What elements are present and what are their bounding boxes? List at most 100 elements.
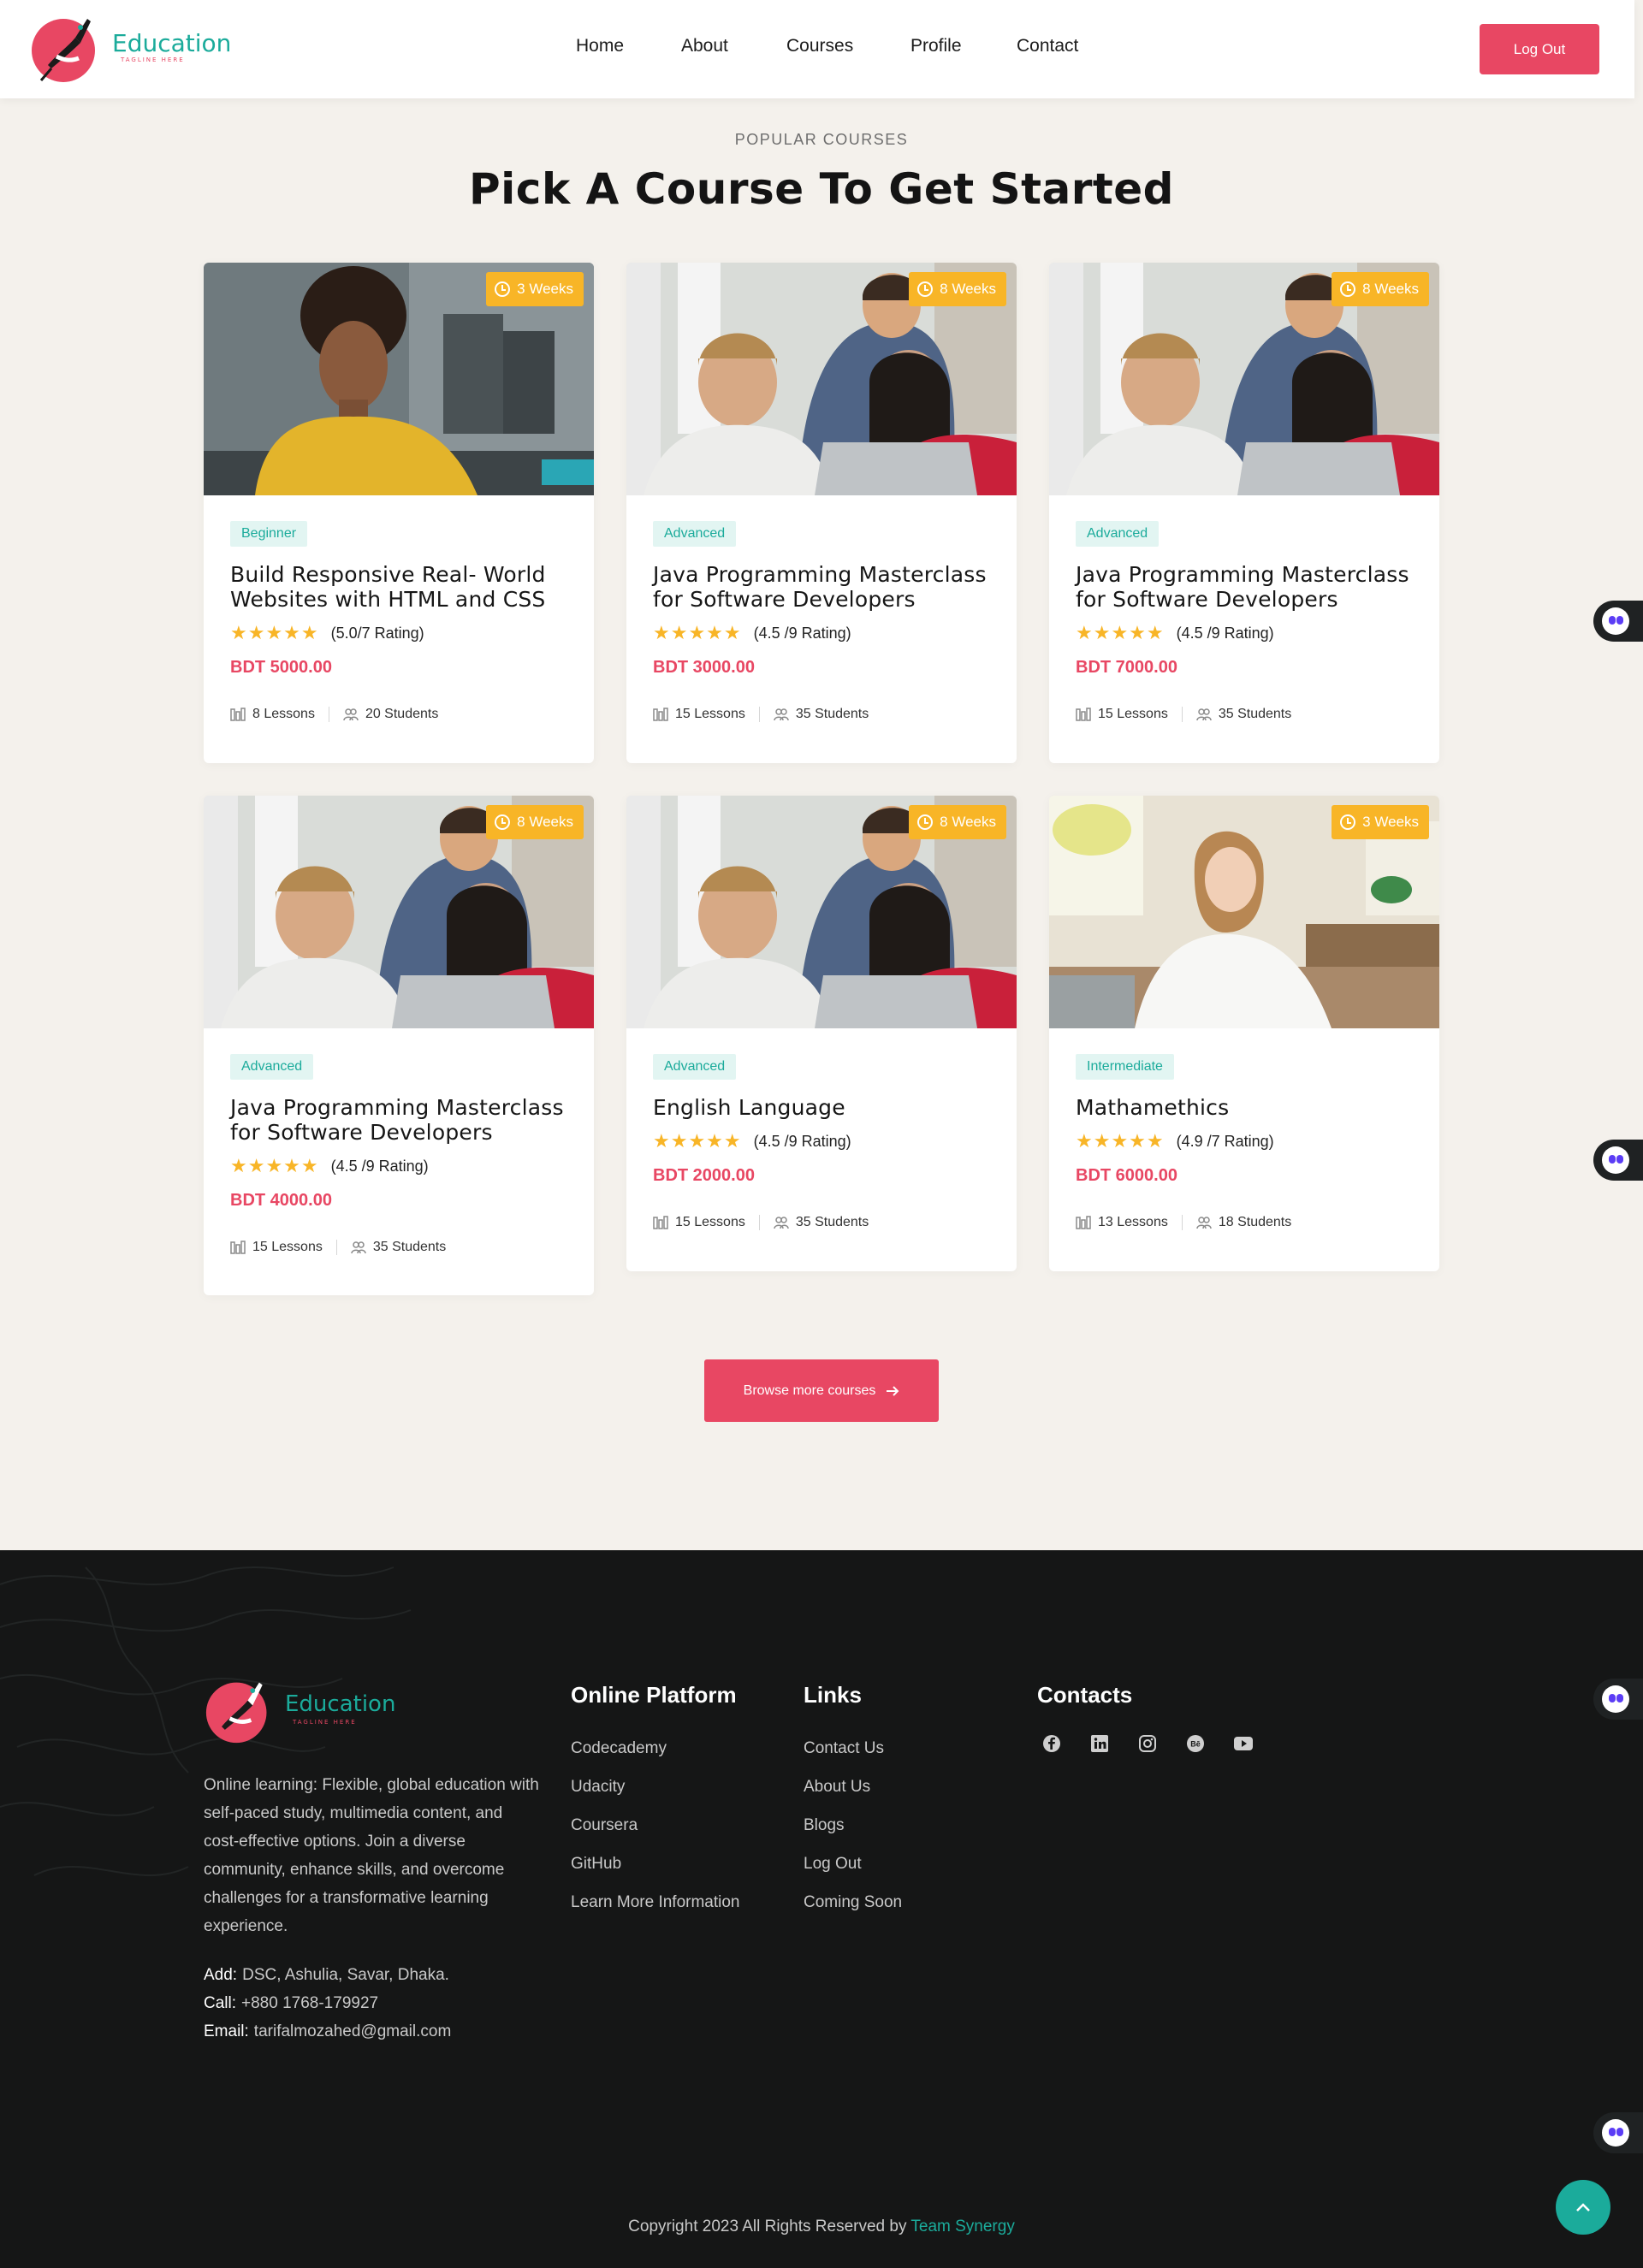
- course-card[interactable]: 8 Weeks Advanced Java Programming Master…: [1049, 263, 1439, 763]
- clock-icon: [1340, 814, 1356, 830]
- course-card[interactable]: 8 Weeks Advanced Java Programming Master…: [204, 796, 594, 1295]
- course-card[interactable]: 8 Weeks Advanced Java Programming Master…: [626, 263, 1017, 763]
- level-badge: Advanced: [1076, 521, 1160, 547]
- brand-logo[interactable]: Education TAGLINE HERE: [31, 12, 232, 86]
- chatbot-widget[interactable]: [1593, 1140, 1643, 1181]
- course-card[interactable]: 8 Weeks Advanced English Language ★★★★★ …: [626, 796, 1017, 1271]
- clock-icon: [917, 814, 934, 830]
- phone-label: Call:: [204, 1994, 237, 2012]
- course-title[interactable]: Java Programming Masterclass for Softwar…: [1076, 562, 1413, 612]
- books-icon: [230, 1241, 246, 1254]
- footer-contacts-column: Contacts Bē: [1037, 1682, 1258, 1758]
- chatbot-widget[interactable]: [1593, 2112, 1643, 2153]
- footer-link-coursera[interactable]: Coursera: [571, 1806, 740, 1845]
- footer-link-blogs[interactable]: Blogs: [804, 1806, 902, 1845]
- footer-email: Email: tarifalmozahed@gmail.com: [204, 2017, 451, 2046]
- phone-value: +880 1768-179927: [241, 1994, 379, 2012]
- footer-link-learn-more[interactable]: Learn More Information: [571, 1883, 740, 1922]
- course-meta: 15 Lessons 35 Students: [230, 1236, 567, 1258]
- course-title[interactable]: Java Programming Masterclass for Softwar…: [653, 562, 990, 612]
- duration-label: 8 Weeks: [940, 814, 996, 830]
- lessons-count: 8 Lessons: [252, 707, 315, 721]
- footer-link-logout[interactable]: Log Out: [804, 1845, 902, 1883]
- course-title[interactable]: English Language: [653, 1095, 990, 1120]
- footer-link-codecademy[interactable]: Codecademy: [571, 1729, 740, 1768]
- footer-platform-column: Online Platform Codecademy Udacity Cours…: [571, 1682, 740, 1922]
- team-link[interactable]: Team Synergy: [910, 2218, 1014, 2235]
- footer-link-udacity[interactable]: Udacity: [571, 1768, 740, 1806]
- course-price: BDT 6000.00: [1076, 1166, 1177, 1185]
- instagram-icon[interactable]: [1133, 1729, 1162, 1758]
- behance-icon[interactable]: Bē: [1181, 1729, 1210, 1758]
- star-icons: ★★★★★: [230, 1155, 319, 1177]
- course-title[interactable]: Java Programming Masterclass for Softwar…: [230, 1095, 567, 1145]
- brand-name: Education: [112, 29, 232, 57]
- footer-logo[interactable]: Education TAGLINE HERE: [204, 1676, 400, 1746]
- lessons-count: 15 Lessons: [252, 1240, 323, 1254]
- nav-about[interactable]: About: [681, 36, 728, 56]
- chatbot-widget[interactable]: [1593, 601, 1643, 642]
- nav-home[interactable]: Home: [576, 36, 624, 56]
- course-image[interactable]: 8 Weeks: [626, 796, 1017, 1028]
- duration-label: 8 Weeks: [940, 281, 996, 297]
- robot-icon: [1602, 607, 1629, 635]
- robot-icon: [1602, 2119, 1629, 2147]
- scroll-to-top-button[interactable]: [1556, 2180, 1610, 2235]
- students-count: 35 Students: [1218, 707, 1292, 721]
- students-count: 35 Students: [795, 707, 869, 721]
- chevron-up-icon: [1576, 2203, 1590, 2212]
- course-image[interactable]: 3 Weeks: [1049, 796, 1439, 1028]
- users-icon: [774, 1217, 789, 1229]
- logout-button[interactable]: Log Out: [1480, 24, 1599, 74]
- nav-profile[interactable]: Profile: [910, 36, 962, 56]
- users-icon: [1196, 1217, 1212, 1229]
- course-price: BDT 2000.00: [653, 1166, 755, 1185]
- arrow-right-icon: [887, 1385, 899, 1396]
- footer-link-contact[interactable]: Contact Us: [804, 1729, 902, 1768]
- books-icon: [653, 1216, 668, 1229]
- nav-contact[interactable]: Contact: [1017, 36, 1078, 56]
- chatbot-widget[interactable]: [1593, 1679, 1643, 1720]
- address-label: Add:: [204, 1966, 238, 1984]
- duration-badge: 3 Weeks: [1332, 805, 1429, 839]
- course-image[interactable]: 8 Weeks: [204, 796, 594, 1028]
- course-image[interactable]: 8 Weeks: [1049, 263, 1439, 495]
- footer-link-github[interactable]: GitHub: [571, 1845, 740, 1883]
- pen-logo-icon: [205, 1682, 267, 1744]
- facebook-icon[interactable]: [1037, 1729, 1066, 1758]
- clock-icon: [1340, 281, 1356, 297]
- users-icon: [351, 1241, 366, 1254]
- email-value[interactable]: tarifalmozahed@gmail.com: [254, 2022, 452, 2040]
- footer-link-about[interactable]: About Us: [804, 1768, 902, 1806]
- course-rating: ★★★★★ (4.5 /9 Rating): [1076, 622, 1413, 644]
- course-price: BDT 7000.00: [1076, 658, 1177, 677]
- browse-courses-label: Browse more courses: [743, 1383, 876, 1398]
- linkedin-icon[interactable]: [1085, 1729, 1114, 1758]
- nav-courses[interactable]: Courses: [786, 36, 853, 56]
- duration-badge: 8 Weeks: [909, 805, 1006, 839]
- course-image[interactable]: 3 Weeks: [204, 263, 594, 495]
- copyright-text: Copyright 2023 All Rights Reserved by Te…: [0, 2218, 1643, 2236]
- platform-heading: Online Platform: [571, 1682, 737, 1708]
- course-title[interactable]: Build Responsive Real- World Websites wi…: [230, 562, 567, 612]
- social-links: Bē: [1037, 1729, 1258, 1758]
- footer-links-column: Links Contact Us About Us Blogs Log Out …: [804, 1682, 902, 1922]
- browse-courses-button[interactable]: Browse more courses: [704, 1359, 939, 1422]
- rating-text: (4.9 /7 Rating): [1176, 1132, 1274, 1150]
- meta-divider: [758, 707, 760, 722]
- course-card[interactable]: 3 Weeks Beginner Build Responsive Real- …: [204, 263, 594, 763]
- level-badge: Advanced: [653, 1054, 737, 1080]
- footer-address: Add: DSC, Ashulia, Savar, Dhaka.: [204, 1961, 451, 1989]
- site-footer: Education TAGLINE HERE Online learning: …: [0, 1550, 1643, 2268]
- books-icon: [1076, 708, 1091, 721]
- section-eyebrow: POPULAR COURSES: [734, 131, 909, 148]
- course-card[interactable]: 3 Weeks Intermediate Mathamethics ★★★★★ …: [1049, 796, 1439, 1271]
- course-title[interactable]: Mathamethics: [1076, 1095, 1413, 1120]
- footer-brand-tagline: TAGLINE HERE: [293, 1719, 357, 1726]
- course-price: BDT 5000.00: [230, 658, 332, 677]
- footer-link-coming-soon[interactable]: Coming Soon: [804, 1883, 902, 1922]
- clock-icon: [495, 281, 511, 297]
- course-image[interactable]: 8 Weeks: [626, 263, 1017, 495]
- duration-badge: 8 Weeks: [486, 805, 584, 839]
- youtube-icon[interactable]: [1229, 1729, 1258, 1758]
